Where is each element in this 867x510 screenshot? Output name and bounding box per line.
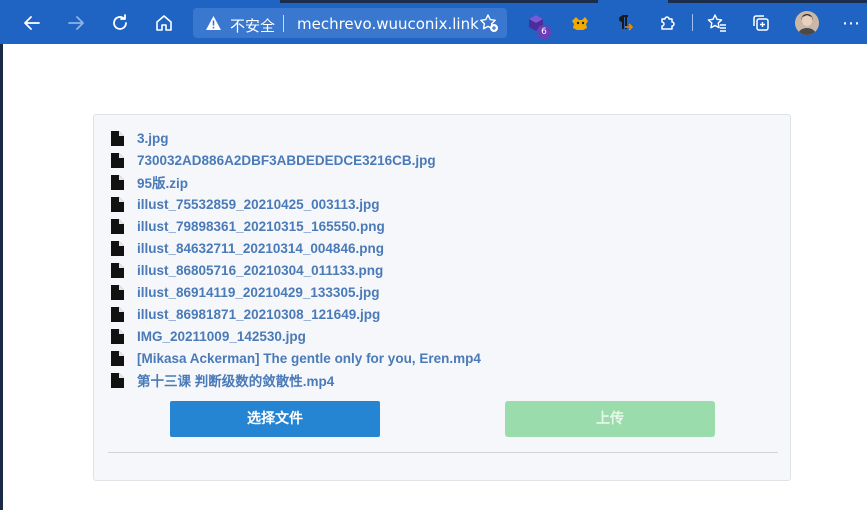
file-name-link[interactable]: illust_75532859_20210425_003113.jpg [137,197,379,212]
file-icon [111,218,124,234]
toolbar-separator [692,14,693,31]
refresh-icon [113,14,127,30]
file-list-item[interactable]: 95版.zip [111,171,481,193]
file-name-link[interactable]: illust_86981871_20210308_121649.jpg [137,307,380,322]
add-favorite-icon[interactable] [479,13,499,33]
file-list-item[interactable]: illust_86981871_20210308_121649.jpg [111,303,481,325]
file-icon [111,306,124,322]
file-name-link[interactable]: 3.jpg [137,131,169,146]
file-icon [111,174,124,190]
url-text[interactable]: mechrevo.wuuconix.link [297,15,479,33]
file-icon [111,196,124,212]
select-files-button[interactable]: 选择文件 [170,401,380,437]
home-button[interactable] [150,9,178,37]
collections-icon[interactable] [751,13,771,33]
file-list-item[interactable]: illust_86914119_20210429_133305.jpg [111,281,481,303]
file-list-item[interactable]: 第十三课 判断级数的敛散性.mp4 [111,369,481,391]
security-status-text[interactable]: 不安全 [230,15,275,36]
tab-strip-edge [280,0,598,3]
favorites-icon[interactable] [707,13,727,33]
profile-avatar[interactable] [795,11,819,35]
browser-toolbar: 不安全 mechrevo.wuuconix.link 6 ⋯ [0,0,867,44]
upload-button[interactable]: 上传 [505,401,715,437]
file-name-link[interactable]: 95版.zip [137,172,188,192]
panel-divider [108,452,778,453]
file-list-item[interactable]: IMG_20211009_142530.jpg [111,325,481,347]
file-list-item[interactable]: illust_84632711_20210314_004846.png [111,237,481,259]
address-bar[interactable]: 不安全 mechrevo.wuuconix.link [193,8,507,38]
extension-badge: 6 [537,25,551,39]
file-name-link[interactable]: illust_86805716_20210304_011133.png [137,263,383,278]
file-list-item[interactable]: 730032AD886A2DBF3ABDEDEDCE3216CB.jpg [111,149,481,171]
file-name-link[interactable]: illust_84632711_20210314_004846.png [137,241,384,256]
file-upload-panel: 3.jpg 730032AD886A2DBF3ABDEDEDCE3216CB.jp… [93,114,791,481]
file-icon [111,262,124,278]
extension-paragraph-icon[interactable] [614,13,634,33]
file-icon [111,130,124,146]
file-list-item[interactable]: 3.jpg [111,127,481,149]
file-icon [111,350,124,366]
arrow-left-icon [24,16,40,30]
back-button[interactable] [18,9,46,37]
file-name-link[interactable]: illust_86914119_20210429_133305.jpg [137,285,379,300]
extensions-puzzle-icon[interactable] [658,13,678,33]
refresh-button[interactable] [106,9,134,37]
warning-icon[interactable] [205,15,222,31]
file-name-link[interactable]: IMG_20211009_142530.jpg [137,329,306,344]
file-list-item[interactable]: illust_86805716_20210304_011133.png [111,259,481,281]
file-icon [111,372,124,388]
file-list-item[interactable]: illust_79898361_20210315_165550.png [111,215,481,237]
file-name-link[interactable]: illust_79898361_20210315_165550.png [137,219,385,234]
file-icon [111,328,124,344]
file-icon [111,240,124,256]
file-list-item[interactable]: [Mikasa Ackerman] The gentle only for yo… [111,347,481,369]
file-name-link[interactable]: 第十三课 判断级数的敛散性.mp4 [137,370,334,390]
file-list: 3.jpg 730032AD886A2DBF3ABDEDEDCE3216CB.jp… [111,127,481,391]
arrow-right-icon [68,16,84,30]
file-icon [111,284,124,300]
extension-fox-icon[interactable] [570,13,590,33]
file-icon [111,152,124,168]
file-list-item[interactable]: illust_75532859_20210425_003113.jpg [111,193,481,215]
address-separator [283,15,284,32]
home-icon [156,15,172,31]
more-menu-icon[interactable]: ⋯ [842,13,861,34]
file-name-link[interactable]: 730032AD886A2DBF3ABDEDEDCE3216CB.jpg [137,153,436,168]
file-name-link[interactable]: [Mikasa Ackerman] The gentle only for yo… [137,351,481,366]
tab-strip-edge [668,0,867,3]
window-border [0,44,3,510]
forward-button[interactable] [62,9,90,37]
profile-picture-icon [795,11,819,35]
